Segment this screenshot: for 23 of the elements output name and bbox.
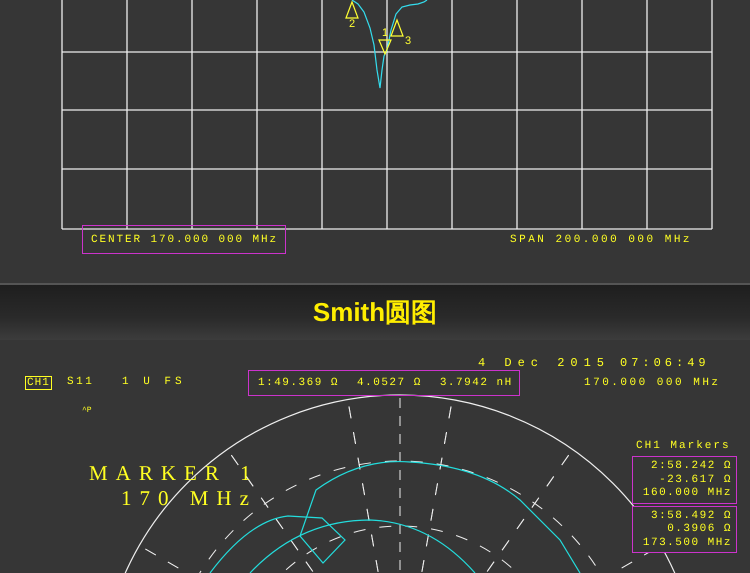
marker-label: 2: [349, 18, 356, 30]
marker-value: 2:58.242 Ω: [650, 460, 732, 474]
marker-frequency: 170 MHz: [121, 486, 257, 511]
markers-heading: CH1 Markers: [636, 440, 731, 452]
scale-label: 1 U FS: [122, 376, 186, 388]
flag-label: ^P: [82, 406, 92, 415]
readout-value: 3.7942 nH: [440, 377, 513, 389]
readout-value: 4.0527 Ω: [357, 377, 422, 389]
parameter-label: S11: [67, 376, 94, 388]
frequency-text: 170.000 000 MHz: [584, 377, 721, 389]
span-frequency: SPAN 200.000 000 MHz: [510, 234, 692, 246]
channel-label: CH1: [25, 376, 52, 390]
marker-value: 0.3906 Ω: [667, 523, 732, 536]
date-text: 4 Dec 2015: [478, 356, 610, 370]
section-title: Smith圆图: [312, 296, 438, 329]
time-text: 07:06:49: [620, 356, 710, 370]
marker-value: 173.500 MHz: [642, 536, 732, 550]
marker-label: 3: [405, 35, 412, 47]
marker-value: 3:58.492 Ω: [650, 510, 732, 523]
marker-value: -23.617 Ω: [659, 474, 732, 487]
center-frequency: CENTER 170.000 000 MHz: [82, 225, 286, 254]
readout-value: 1:49.369 Ω: [258, 377, 340, 389]
marker-value: 160.000 MHz: [642, 487, 732, 500]
